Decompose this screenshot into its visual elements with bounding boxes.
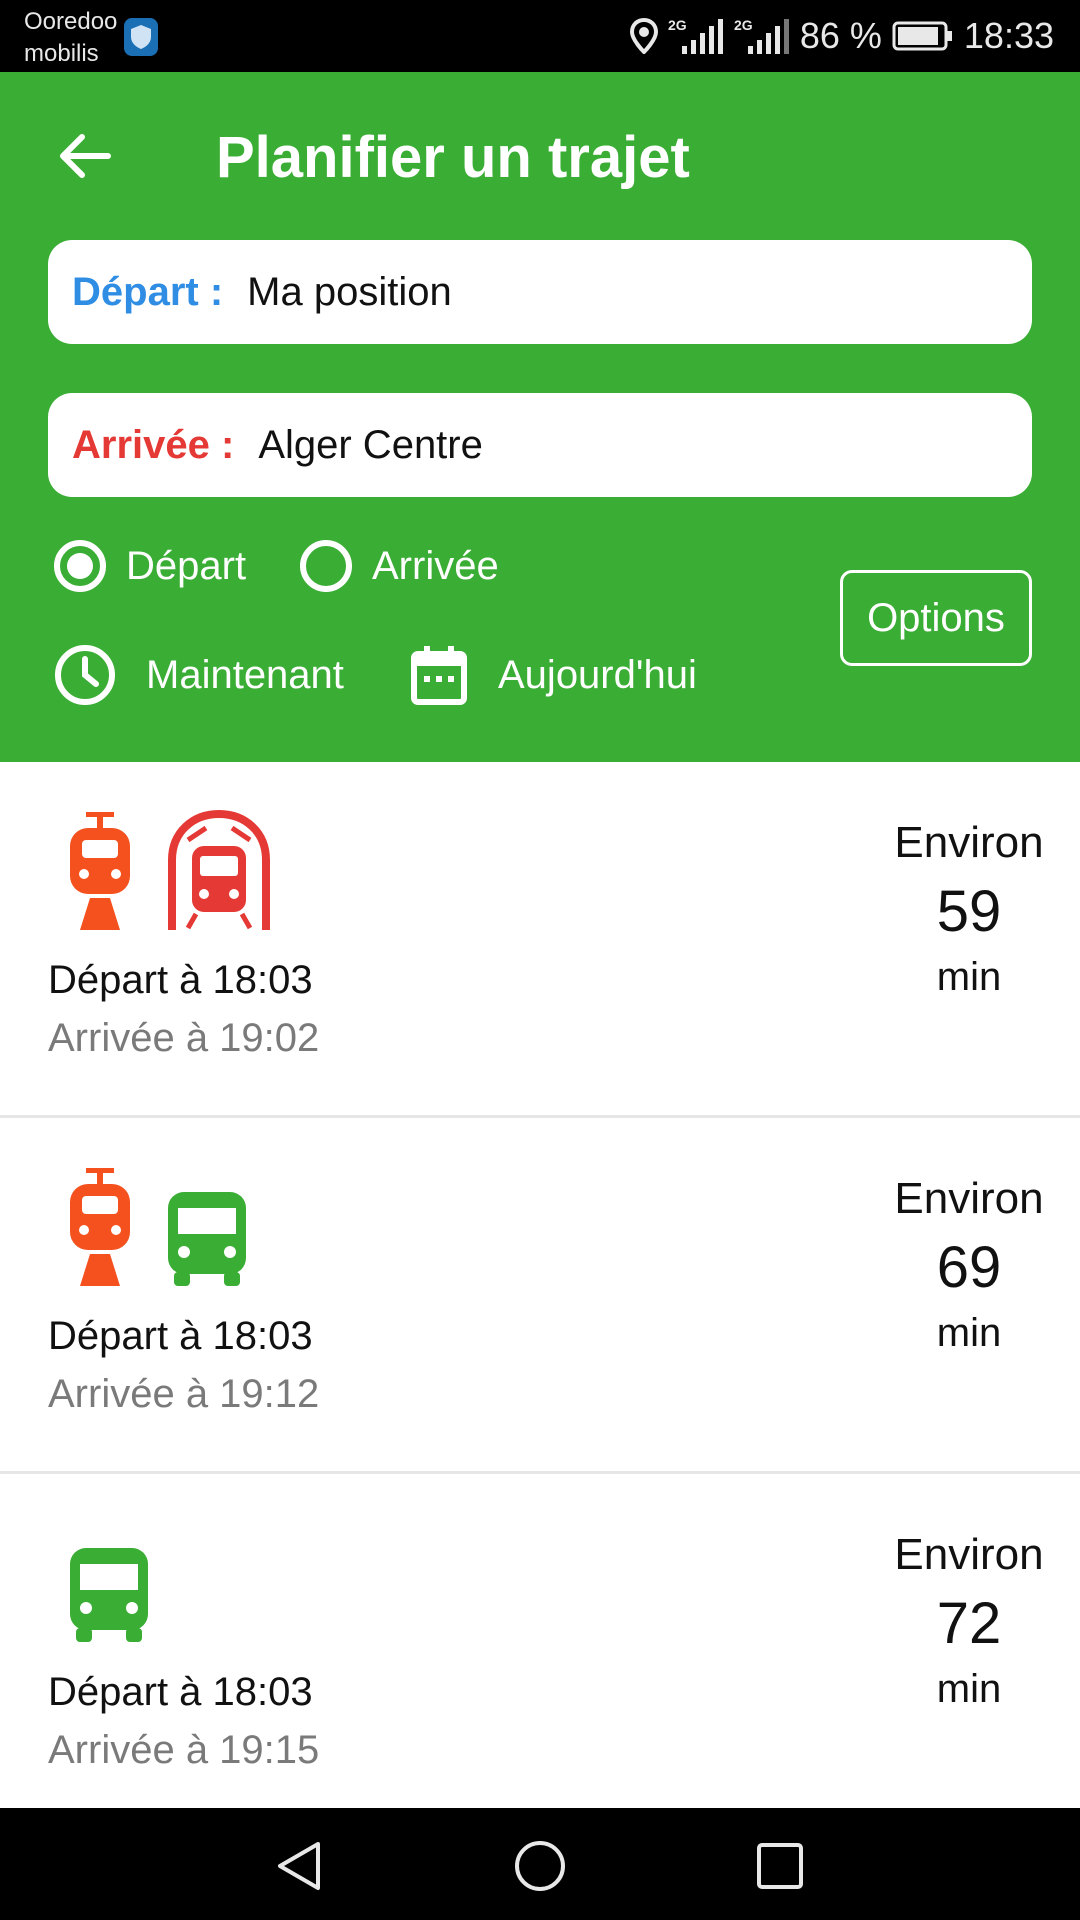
time-label: Maintenant [146, 652, 344, 697]
clock-icon [55, 645, 115, 705]
depart-field-label: Départ : [72, 269, 224, 314]
system-nav-bar [0, 1808, 1080, 1920]
depart-field[interactable]: Départ : Ma position [48, 240, 1032, 344]
circle-home-icon[interactable] [512, 1838, 568, 1894]
departure-time: Départ à 18:03 [48, 1670, 313, 1714]
signal-icon-1: 2G [668, 17, 723, 54]
duration-block: Environ 59 min [884, 818, 1054, 1000]
status-bar: Ooredoo mobilis 2G 2G 86 % 18:33 [0, 0, 1080, 72]
route-result-3[interactable]: Départ à 18:03 Arrivée à 19:15 Environ 7… [0, 1474, 1080, 1808]
bus-icon [168, 1192, 246, 1286]
duration-prefix: Environ [894, 1174, 1044, 1223]
duration-block: Environ 72 min [884, 1530, 1054, 1712]
tram-icon [70, 812, 130, 930]
radio-depart-circle[interactable] [54, 540, 106, 592]
departure-time: Départ à 18:03 [48, 1314, 313, 1358]
date-selector[interactable]: Aujourd'hui [410, 644, 697, 706]
options-button[interactable]: Options [840, 570, 1032, 666]
departure-time: Départ à 18:03 [48, 958, 313, 1002]
radio-arrivee-circle[interactable] [300, 540, 352, 592]
route-result-1[interactable]: Départ à 18:03 Arrivée à 19:02 Environ 5… [0, 762, 1080, 1118]
arrival-time: Arrivée à 19:15 [48, 1728, 320, 1772]
carrier-line-1: Ooredoo [24, 8, 118, 35]
triangle-back-icon[interactable] [272, 1838, 328, 1894]
duration-value: 72 [936, 1591, 1002, 1656]
page-title: Planifier un trajet [216, 125, 690, 190]
back-arrow-icon[interactable] [54, 126, 114, 186]
duration-block: Environ 69 min [884, 1174, 1054, 1356]
duration-unit: min [936, 1311, 1002, 1355]
transport-modes [68, 1520, 150, 1644]
svg-text:2G: 2G [734, 17, 753, 33]
radio-selected-dot [67, 553, 93, 579]
bus-icon [70, 1548, 148, 1642]
status-icons: 2G 2G 86 % 18:33 [629, 0, 1054, 72]
signal-icon-2: 2G [734, 17, 789, 54]
duration-prefix: Environ [894, 1530, 1044, 1579]
clock-time: 18:33 [963, 15, 1054, 56]
square-recents-icon[interactable] [752, 1838, 808, 1894]
battery-percent: 86 % [799, 15, 882, 56]
duration-unit: min [936, 1667, 1002, 1711]
radio-depart-label: Départ [126, 543, 247, 588]
radio-arrivee[interactable]: Arrivée [300, 540, 499, 592]
transport-modes [68, 808, 272, 932]
calendar-icon [411, 646, 467, 705]
depart-field-value: Ma position [247, 269, 452, 314]
arrival-time: Arrivée à 19:12 [48, 1372, 320, 1416]
time-selector[interactable]: Maintenant [54, 644, 344, 706]
shield-icon [124, 18, 158, 56]
transport-modes [68, 1164, 248, 1288]
duration-unit: min [936, 955, 1002, 999]
radio-arrivee-label: Arrivée [372, 543, 499, 588]
duration-value: 59 [936, 879, 1002, 944]
arrivee-field-value: Alger Centre [258, 422, 483, 467]
duration-prefix: Environ [894, 818, 1044, 867]
duration-value: 69 [936, 1235, 1002, 1300]
location-icon [629, 18, 658, 54]
route-result-2[interactable]: Départ à 18:03 Arrivée à 19:12 Environ 6… [0, 1118, 1080, 1474]
metro-icon [168, 810, 270, 930]
tram-icon [70, 1168, 130, 1286]
svg-text:2G: 2G [668, 17, 687, 33]
date-label: Aujourd'hui [498, 652, 697, 697]
arrivee-field[interactable]: Arrivée : Alger Centre [48, 393, 1032, 497]
carrier-line-2: mobilis [24, 40, 99, 67]
trip-planner-header: Planifier un trajet Départ : Ma position… [0, 72, 1080, 762]
battery-icon [892, 21, 952, 51]
radio-depart[interactable]: Départ [54, 540, 246, 592]
carrier-name: Ooredoo mobilis [24, 6, 117, 70]
arrivee-field-label: Arrivée : [72, 422, 235, 467]
arrival-time: Arrivée à 19:02 [48, 1016, 320, 1060]
